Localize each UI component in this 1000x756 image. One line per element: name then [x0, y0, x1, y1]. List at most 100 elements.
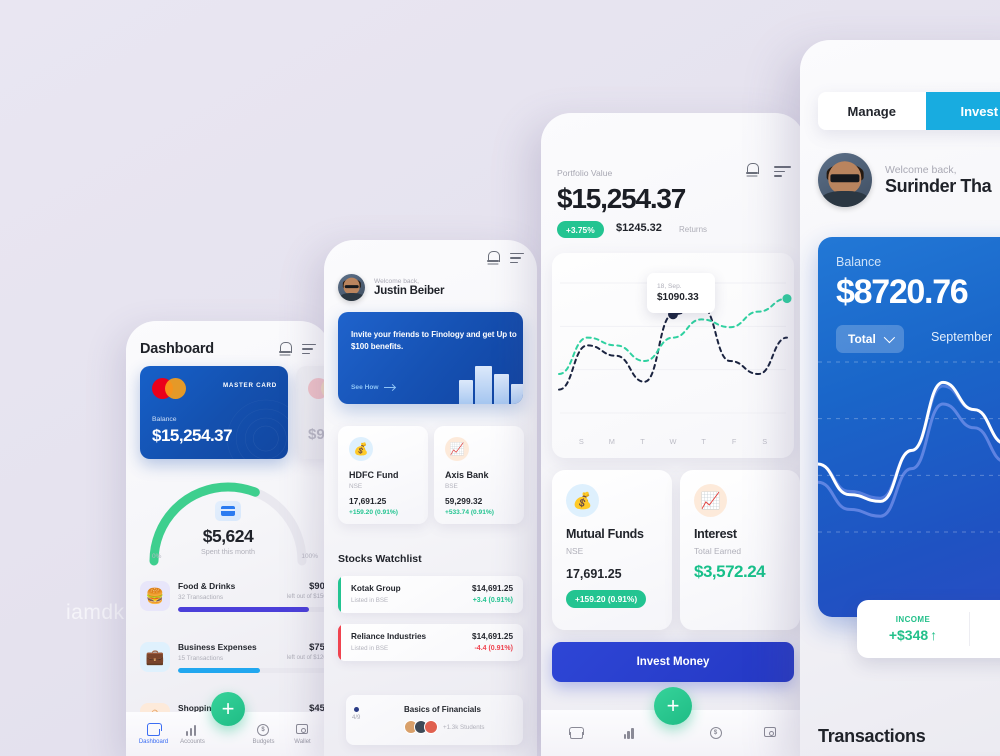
fund-icon: 💰 [349, 437, 373, 461]
change-badge: +3.75% [557, 221, 604, 238]
mode-tabs: Manage Invest [818, 92, 1000, 130]
x-tick: M [608, 437, 615, 446]
balance-card: Balance $8720.76 Total September [818, 237, 1000, 617]
portfolio-label: Portfolio Value [557, 168, 613, 178]
bell-icon[interactable] [487, 251, 500, 265]
budget-name: Food & Drinks [178, 581, 236, 591]
stock-listing: Listed in BSE [351, 645, 389, 652]
home-icon [569, 727, 583, 739]
bell-icon[interactable] [746, 163, 761, 180]
add-button[interactable]: + [654, 687, 692, 725]
spending-gauge: $5,624 Spent this month 0% 100% [140, 473, 318, 569]
card-brand-label: MASTER CARD [223, 382, 277, 389]
summary-pill: +159.20 (0.91%) [566, 590, 647, 608]
card-glyph-icon [215, 501, 241, 521]
chart-x-axis: SMTWTFS [552, 437, 794, 446]
transactions-title: Transactions [818, 726, 926, 746]
chevron-down-icon [883, 331, 895, 344]
stock-listing: Listed in BSE [351, 597, 389, 604]
fund-card[interactable]: 📈 Axis Bank BSE 59,299.32 +533.74 (0.91%) [434, 426, 524, 524]
card-balance-label: Balance [152, 416, 177, 423]
user-name: Justin Beiber [374, 285, 445, 297]
course-page: 4/9 [352, 715, 361, 721]
nav-item-budgets[interactable]: $ Budgets [244, 723, 283, 745]
category-icon: 💼 [140, 642, 170, 672]
bell-icon[interactable] [279, 342, 292, 356]
nav-item-wallet[interactable] [743, 727, 797, 739]
stock-row[interactable]: Reliance Industries Listed in BSE $14,691.… [338, 624, 523, 661]
fund-icon: 📈 [445, 437, 469, 461]
stock-change: -4.4 (0.91%) [474, 645, 513, 652]
nav-label: Dashboard [138, 738, 169, 745]
referral-cta[interactable]: See How [351, 384, 396, 391]
x-tick: S [762, 437, 768, 446]
nav-label: Budgets [252, 738, 275, 745]
avatar[interactable] [818, 153, 872, 207]
chart-series [818, 402, 1000, 518]
page-title: Dashboard [140, 341, 214, 357]
summary-icon: 📈 [694, 484, 727, 517]
income-label: INCOME [895, 615, 931, 624]
bars-icon [186, 724, 199, 736]
tooltip-date: 18, Sep. [657, 283, 682, 290]
nav-item-budgets[interactable]: $ [689, 727, 743, 739]
fund-change: +533.74 (0.91%) [445, 509, 494, 516]
nav-item-accounts[interactable] [603, 727, 657, 739]
home-icon [147, 724, 160, 736]
credit-card[interactable]: MASTER CARD Balance $15,254.37 [140, 366, 288, 459]
fund-card[interactable]: 💰 HDFC Fund NSE 17,691.25 +159.20 (0.91%) [338, 426, 428, 524]
menu-icon[interactable] [774, 166, 791, 177]
summary-sub: Total Earned [694, 546, 742, 556]
portfolio-chart[interactable]: 18, Sep. $1090.33 S M T W T F S [552, 253, 794, 458]
summary-icon: 💰 [566, 484, 599, 517]
stock-row[interactable]: Kotak Group Listed in BSE $14,691.25 +3.4 (… [338, 576, 523, 613]
tab-invest[interactable]: Invest [925, 92, 1000, 130]
nav-label: Wallet [294, 738, 311, 745]
stopwatch-icon: $ [709, 727, 723, 739]
add-button[interactable]: + [211, 692, 245, 726]
card-balance-value: $15,254.37 [152, 426, 233, 445]
tab-manage[interactable]: Manage [818, 92, 926, 130]
budget-row[interactable]: 💼 Business Expenses 15 Transactions $750 lef… [140, 638, 330, 692]
welcome-label: Welcome back, [374, 278, 419, 285]
period-selector[interactable]: Total [836, 325, 904, 353]
nav-item-dashboard[interactable] [549, 727, 603, 739]
stopwatch-icon: $ [257, 723, 270, 736]
fund-name: HDFC Fund [349, 470, 399, 480]
nav-label: Accounts [180, 738, 205, 745]
fund-exchange: BSE [445, 483, 458, 490]
menu-icon[interactable] [302, 343, 316, 355]
budget-row[interactable]: 🍔 Food & Drinks 32 Transactions $900 left ou… [140, 577, 330, 631]
budget-progress [178, 607, 330, 612]
welcome-label: Welcome back, [885, 163, 957, 176]
nav-item-accounts[interactable]: Accounts [173, 724, 212, 745]
nav-item-wallet[interactable]: Wallet [283, 723, 322, 745]
stock-change: +3.4 (0.91%) [472, 597, 513, 604]
fund-value: 59,299.32 [445, 496, 483, 506]
summary-card[interactable]: 💰 Mutual Funds NSE 17,691.25 +159.20 (0.91%) [552, 470, 672, 630]
watchlist-title: Stocks Watchlist [338, 553, 422, 565]
invest-money-button[interactable]: Invest Money [552, 642, 794, 682]
course-title: Basics of Financials [404, 705, 481, 714]
summary-card[interactable]: 📈 Interest Total Earned $3,572.24 [680, 470, 800, 630]
stock-value: $14,691.25 [472, 632, 513, 641]
x-tick: F [731, 437, 737, 446]
course-students: +1.3k Students [443, 723, 485, 731]
budget-progress [178, 668, 330, 673]
user-greeting[interactable]: Welcome back, Surinder Tha [818, 153, 992, 207]
balance-label: Balance [836, 255, 882, 269]
student-avatars [404, 720, 438, 734]
gauge-max-label: 100% [301, 553, 318, 560]
nav-item-dashboard[interactable]: Dashboard [134, 724, 173, 745]
income-block: INCOME +$348 ↑ [857, 600, 969, 658]
month-label: September [931, 330, 993, 344]
user-greeting[interactable]: Welcome back, Justin Beiber [338, 274, 444, 301]
menu-icon[interactable] [510, 252, 524, 264]
budget-transactions: 15 Transactions [178, 655, 224, 662]
referral-banner[interactable]: Invite your friends to Finology and get … [338, 312, 523, 404]
course-pager: 4/9 [352, 707, 360, 721]
avatar[interactable] [338, 274, 365, 301]
status-bar [338, 624, 341, 661]
chart-end-point [782, 294, 792, 304]
course-card[interactable]: 4/9 Basics of Financials +1.3k Students [346, 695, 523, 745]
